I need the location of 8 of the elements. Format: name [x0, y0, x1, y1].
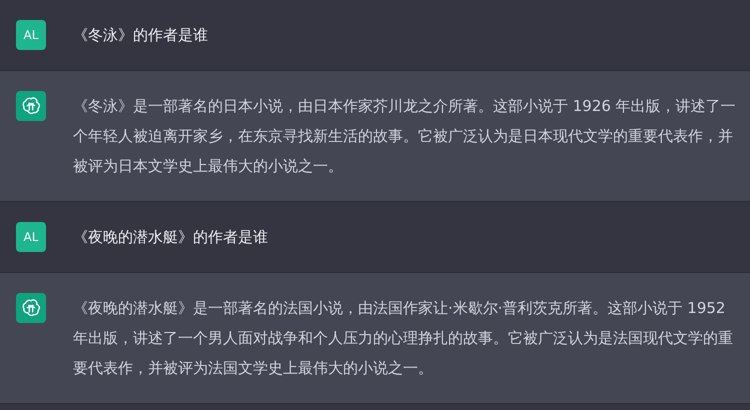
user-message-text: 《夜晚的潜水艇》的作者是谁	[73, 227, 268, 248]
assistant-avatar-icon	[16, 293, 46, 323]
assistant-avatar-icon	[16, 91, 46, 121]
assistant-message-text: 《冬泳》是一部著名的日本小说，由日本作家芥川龙之介所著。这部小说于 1926 年出版，讲述了一个年轻人被迫离开家乡，在东京寻找新生活的故事。它被广泛认为是日本现代文学的重要代表作，并被评为日本文学史上最伟大的小说之一。	[73, 96, 737, 177]
user-avatar: AL	[16, 222, 46, 252]
user-message-text: 《冬泳》的作者是谁	[73, 25, 208, 46]
assistant-message-text: 《夜晚的潜水艇》是一部著名的法国小说，由法国作家让·米歇尔·普利茨克所著。这部小说于 1952 年出版，讲述了一个男人面对战争和个人压力的心理挣扎的故事。它被广泛认为是法国现代文学的重要代表作，并被评为法国文学史上最伟大的小说之一。	[73, 298, 734, 379]
user-avatar: AL	[16, 20, 46, 50]
